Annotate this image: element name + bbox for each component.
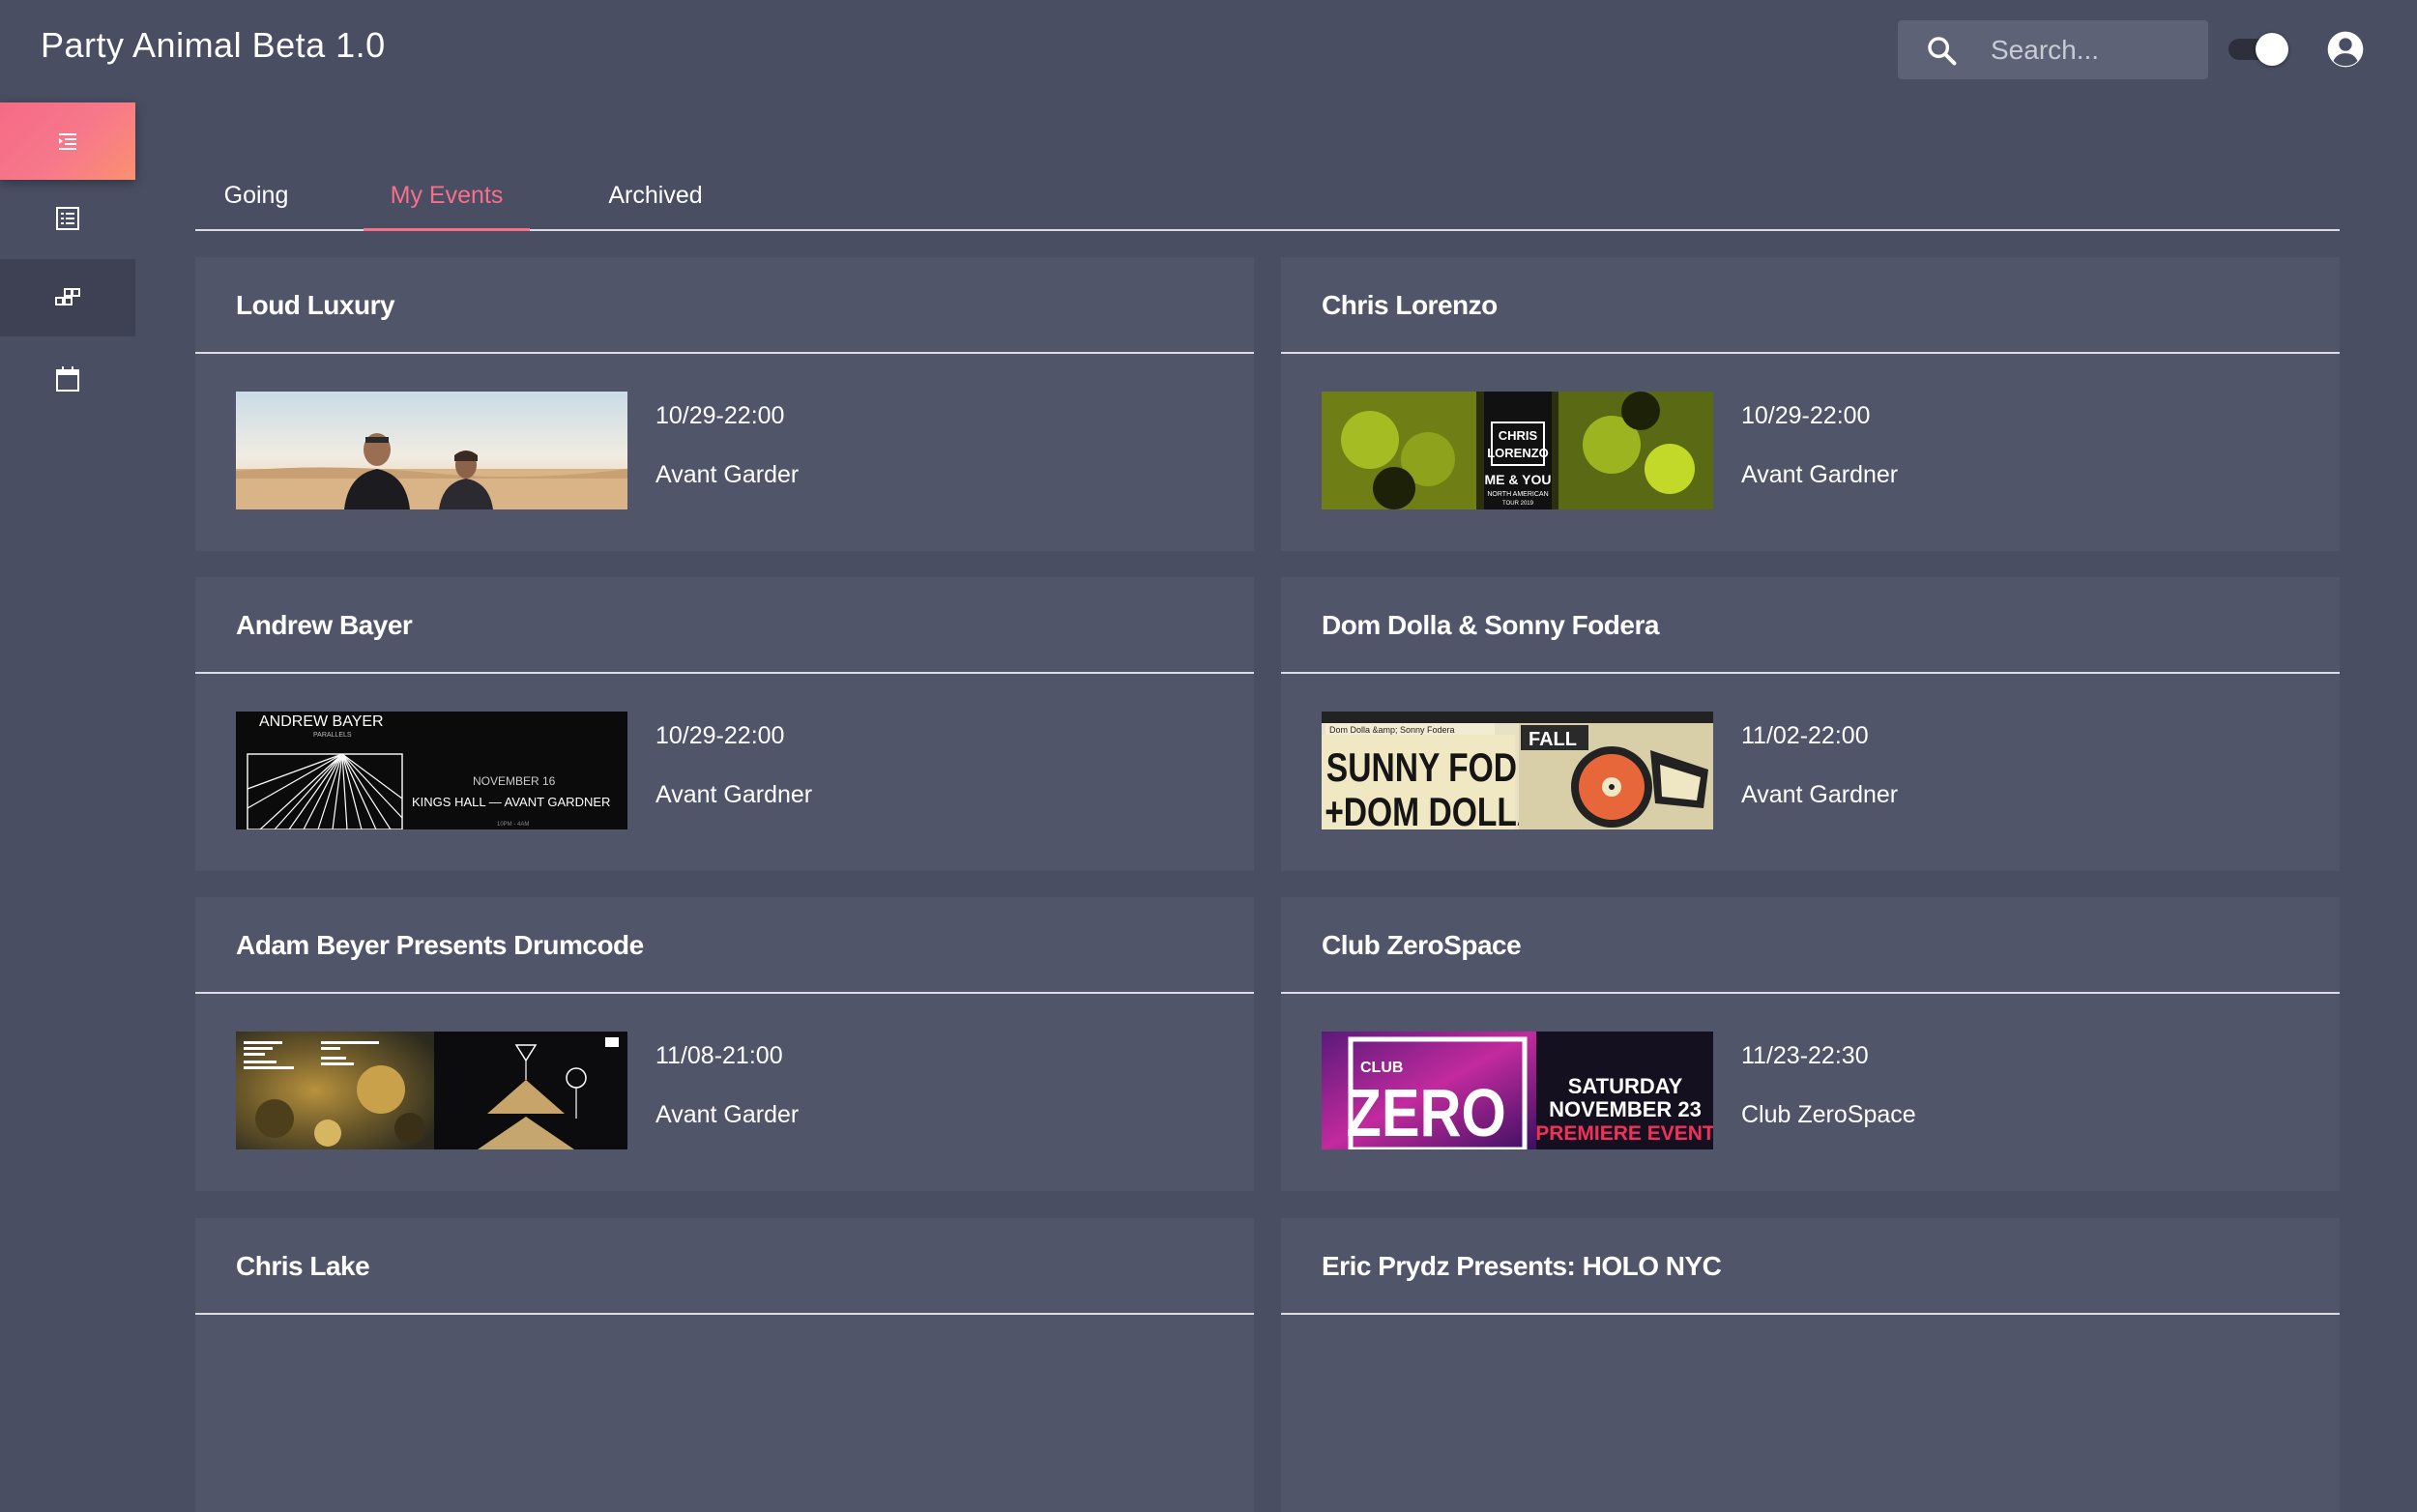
event-card[interactable]: Chris Lorenzo CHRIS LORENZO ME & YOU NOR… — [1281, 257, 2340, 551]
poster-text: Dom Dolla &amp; Sonny Fodera — [1329, 725, 1455, 735]
card-divider — [1281, 672, 2340, 674]
poster-text: PARALLELS — [313, 732, 352, 739]
card-divider — [195, 992, 1254, 994]
tab-my-events[interactable]: My Events — [364, 182, 530, 231]
sidebar-item-list[interactable] — [0, 102, 135, 180]
poster-text: FALL — [1529, 729, 1577, 750]
search-input[interactable] — [1991, 20, 2194, 79]
poster-text: PREMIERE EVENT — [1535, 1122, 1713, 1145]
event-title: Adam Beyer Presents Drumcode — [236, 930, 644, 960]
list-box-icon — [56, 207, 79, 230]
event-title: Chris Lake — [236, 1251, 370, 1281]
card-divider — [195, 1313, 1254, 1315]
event-title: Chris Lorenzo — [1322, 290, 1498, 320]
poster-text: TOUR 2019 — [1502, 501, 1534, 507]
app-title: Party Animal Beta 1.0 — [41, 25, 386, 65]
event-venue: Avant Garder — [655, 461, 800, 488]
event-image: Dom Dolla &amp; Sonny Fodera SUNNY FODER… — [1322, 712, 1713, 829]
event-venue: Club ZeroSpace — [1741, 1101, 1916, 1128]
event-date: 10/29-22:00 — [1741, 402, 1871, 429]
poster-text: 10PM - 4AM — [497, 822, 529, 828]
card-divider — [1281, 1313, 2340, 1315]
poster-text: NOVEMBER 16 — [473, 774, 556, 788]
event-title: Club ZeroSpace — [1322, 930, 1522, 960]
card-divider — [1281, 992, 2340, 994]
sidebar-item-calendar[interactable] — [0, 340, 135, 418]
event-card[interactable]: Club ZeroSpace CLUB ZERO SATURDAY NOVEMB… — [1281, 897, 2340, 1191]
sidebar-item-details[interactable] — [0, 180, 135, 257]
event-date: 11/08-21:00 — [655, 1042, 783, 1069]
toggle-knob — [2256, 33, 2288, 66]
event-image: ANDREW BAYER PARALLELS NOVEMBER 16 KINGS… — [236, 712, 627, 829]
search-box[interactable] — [1898, 20, 2208, 79]
event-image — [236, 1032, 627, 1149]
event-venue: Avant Gardner — [1741, 461, 1899, 488]
card-divider — [1281, 352, 2340, 354]
poster-text: LORENZO — [1487, 446, 1549, 460]
account-icon[interactable] — [2326, 30, 2365, 69]
event-title: Dom Dolla & Sonny Fodera — [1322, 610, 1659, 640]
poster-text: CHRIS — [1499, 428, 1538, 443]
event-image — [236, 392, 627, 509]
event-venue: Avant Garder — [655, 1101, 800, 1128]
poster-text: NOVEMBER 23 — [1549, 1097, 1702, 1121]
poster-text: ANDREW BAYER — [259, 713, 384, 730]
search-icon[interactable] — [1925, 34, 1958, 67]
card-divider — [195, 672, 1254, 674]
event-card[interactable]: Loud Luxury 10/29-22:00 Avant Garder — [195, 257, 1254, 551]
event-card[interactable]: Dom Dolla & Sonny Fodera Dom Dolla &amp;… — [1281, 577, 2340, 871]
event-venue: Avant Gardner — [655, 781, 813, 808]
event-title: Loud Luxury — [236, 290, 395, 320]
poster-text: SATURDAY — [1568, 1074, 1683, 1098]
sidebar — [0, 102, 135, 1322]
event-card[interactable]: Adam Beyer Presents Drumcode 11/08-21:00… — [195, 897, 1254, 1191]
event-date: 11/23-22:30 — [1741, 1042, 1869, 1069]
poster-text: ME & YOU — [1485, 472, 1552, 487]
event-image: CLUB ZERO SATURDAY NOVEMBER 23 PREMIERE … — [1322, 1032, 1713, 1149]
event-date: 10/29-22:00 — [655, 722, 785, 749]
event-tabs: Going My Events Archived — [195, 155, 2340, 231]
event-card[interactable]: Chris Lake — [195, 1218, 1254, 1512]
event-date: 11/02-22:00 — [1741, 722, 1869, 749]
tab-archived[interactable]: Archived — [605, 182, 706, 231]
event-date: 10/29-22:00 — [655, 402, 785, 429]
event-image: CHRIS LORENZO ME & YOU NORTH AMERICAN TO… — [1322, 392, 1713, 509]
poster-text: NORTH AMERICAN — [1487, 491, 1548, 498]
tab-going[interactable]: Going — [222, 182, 290, 231]
list-indent-icon — [59, 133, 76, 150]
event-card[interactable]: Eric Prydz Presents: HOLO NYC — [1281, 1218, 2340, 1512]
modules-icon — [55, 288, 80, 305]
card-divider — [195, 352, 1254, 354]
event-title: Andrew Bayer — [236, 610, 413, 640]
event-card[interactable]: Andrew Bayer ANDREW BAYER PARALLELS NOVE… — [195, 577, 1254, 871]
top-bar: Party Animal Beta 1.0 — [0, 0, 2417, 99]
calendar-icon — [56, 366, 79, 392]
poster-text: +DOM DOLLA — [1325, 791, 1540, 829]
sidebar-item-modules[interactable] — [0, 259, 135, 336]
poster-text: KINGS HALL — AVANT GARDNER — [412, 795, 610, 809]
poster-text: ZERO — [1347, 1074, 1506, 1149]
event-venue: Avant Gardner — [1741, 781, 1899, 808]
theme-toggle[interactable] — [2228, 33, 2290, 66]
event-title: Eric Prydz Presents: HOLO NYC — [1322, 1251, 1722, 1281]
